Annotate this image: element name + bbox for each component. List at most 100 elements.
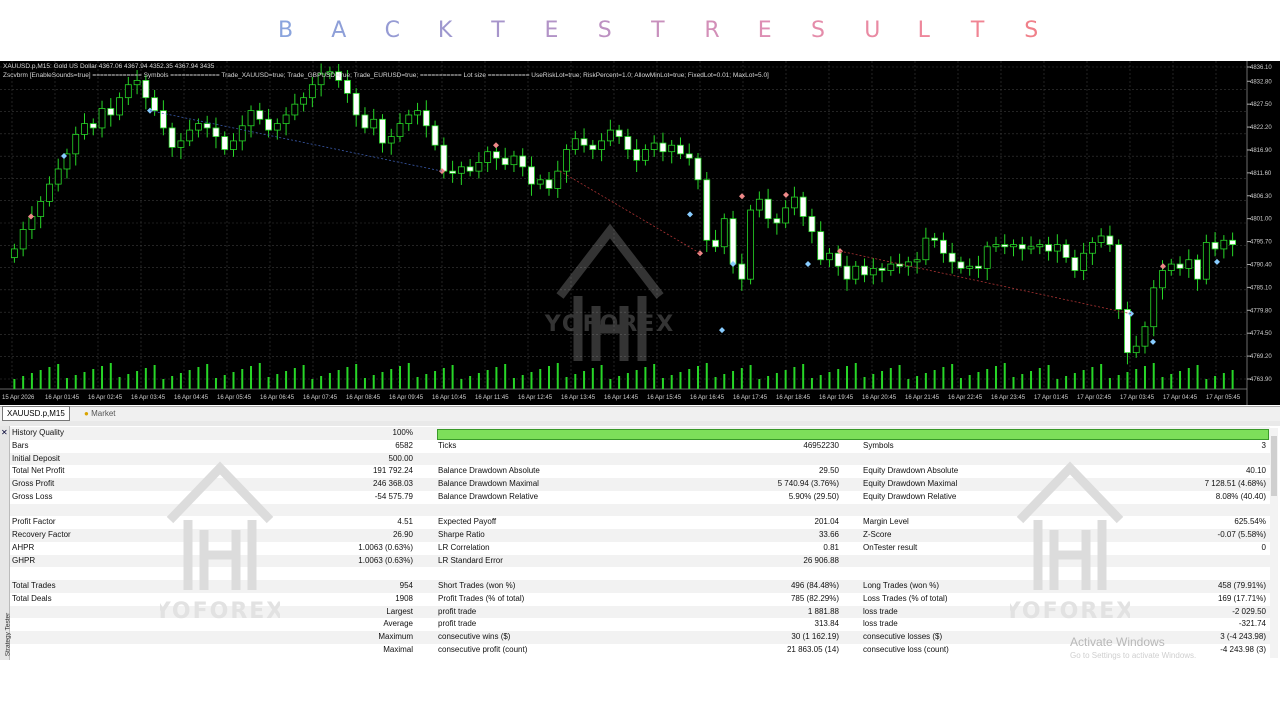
candle	[186, 119, 194, 389]
banner-letter: S	[597, 18, 612, 43]
time-label: 16 Apr 09:45	[389, 395, 424, 401]
time-label: 16 Apr 03:45	[131, 395, 166, 401]
trade-marker	[697, 250, 703, 257]
close-icon[interactable]: ✕	[1, 428, 8, 437]
scrollbar-thumb[interactable]	[1271, 436, 1277, 496]
candle-body-bear	[1211, 242, 1219, 250]
backtest-report: History Quality 100% Bars 6582 Ticks 46952230…	[0, 426, 1280, 660]
trade-line	[559, 170, 701, 254]
candle-body-bull	[177, 140, 185, 148]
candle	[116, 92, 123, 389]
candle	[300, 92, 308, 389]
candle	[501, 147, 509, 389]
report-value: 313.84	[814, 619, 839, 629]
candle	[650, 135, 658, 389]
candle-body-bear	[1062, 244, 1070, 258]
candle-body-bear	[896, 263, 903, 267]
tab-xauusd-m15[interactable]: XAUUSD.p,M15	[2, 406, 70, 421]
candle	[247, 105, 255, 389]
candle	[151, 89, 159, 389]
candle	[1010, 239, 1017, 389]
time-label: 16 Apr 04:45	[174, 395, 209, 401]
candle-body-bull	[1202, 242, 1210, 280]
candle	[291, 93, 299, 389]
candle	[168, 122, 176, 389]
candle	[799, 191, 807, 389]
banner-letter: L	[917, 18, 930, 43]
candle	[63, 148, 71, 389]
candle	[939, 232, 947, 389]
activate-windows-subtitle: Go to Settings to activate Windows.	[1070, 651, 1197, 660]
candle-body-bull	[396, 123, 404, 137]
candle-body-bear	[142, 79, 150, 99]
trade-marker	[805, 261, 811, 268]
candle-body-bear	[729, 218, 737, 265]
candle-body-bull	[1185, 259, 1193, 269]
candle	[37, 196, 45, 389]
candle	[896, 253, 903, 389]
candle	[878, 263, 886, 389]
candle-body-bear	[545, 179, 553, 189]
candle	[1027, 236, 1035, 389]
time-label: 16 Apr 06:45	[260, 395, 295, 401]
candle-body-bull	[98, 108, 106, 129]
candle-body-bull	[475, 162, 483, 172]
report-value: 29.50	[818, 466, 839, 476]
candle	[124, 76, 132, 389]
report-value: 5 740.94 (3.76%)	[777, 479, 839, 488]
candle-body-bull	[922, 237, 930, 261]
candle	[195, 118, 202, 389]
report-value: 26 906.88	[803, 555, 839, 565]
price-chart[interactable]: 4836.10 4832.80 4827.50 4822.20 4816.90 4811.…	[0, 61, 1280, 405]
candle	[966, 258, 974, 389]
candle	[606, 119, 614, 389]
candle	[677, 137, 684, 389]
candle-body-bull	[554, 170, 562, 189]
chart-symbol-header: XAUUSD.p,M15: Gold US Dollar 4367.06 436…	[3, 63, 215, 70]
report-scrollbar[interactable]	[1270, 428, 1278, 658]
candle	[256, 102, 264, 389]
candle	[46, 176, 53, 389]
candle	[387, 128, 395, 389]
candle-body-bear	[466, 166, 474, 172]
report-value: 33.66	[818, 530, 839, 539]
candle-body-bear	[431, 125, 439, 146]
time-label: 16 Apr 02:45	[88, 395, 123, 401]
candle-body-bull	[124, 84, 132, 99]
report-value	[610, 453, 839, 466]
candle-body-bear	[931, 237, 939, 241]
candle-body-bear	[677, 144, 684, 155]
candle	[414, 102, 421, 389]
candle	[177, 133, 185, 389]
candle	[361, 107, 369, 389]
candle-body-bear	[861, 265, 868, 276]
report-value: 21 863.05 (14)	[786, 644, 839, 654]
candle-body-bear	[580, 138, 588, 146]
candle-body-bull	[791, 196, 798, 209]
price-label: 4832.80	[1250, 79, 1272, 85]
candle-body-bull	[370, 118, 378, 129]
time-label: 16 Apr 12:45	[518, 395, 553, 401]
candle	[159, 100, 167, 389]
candle-body-bull	[1053, 244, 1061, 252]
candle	[466, 159, 474, 389]
candle-body-bull	[282, 114, 290, 125]
candle	[1202, 234, 1210, 389]
candle	[1036, 239, 1044, 389]
report-value	[610, 567, 839, 580]
candle	[1071, 249, 1079, 389]
candle	[1097, 228, 1105, 389]
tab-market[interactable]: ● Market	[80, 407, 120, 420]
candle	[1106, 225, 1114, 389]
candle-body-bull	[414, 110, 421, 116]
price-label: 4822.20	[1250, 125, 1272, 131]
tester-side-tab[interactable]: ✕ Strategy Tester	[0, 426, 11, 660]
candle-body-bear	[589, 144, 597, 150]
candle	[563, 144, 570, 389]
candle-body-bull	[852, 265, 860, 280]
candle-body-bull	[1167, 263, 1175, 271]
candle-body-bear	[265, 118, 272, 131]
candle-body-bear	[203, 123, 211, 129]
candle	[81, 113, 88, 389]
candle-body-bear	[1045, 244, 1052, 252]
